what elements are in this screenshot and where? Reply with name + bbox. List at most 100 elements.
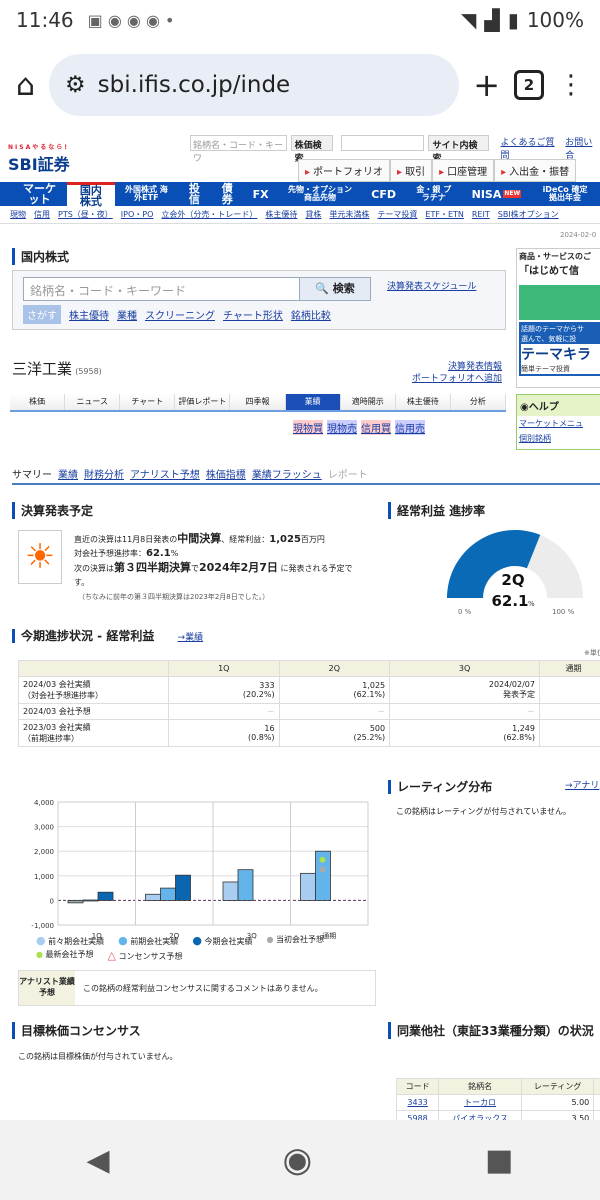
subtab-summary[interactable]: サマリー [12,466,52,481]
tab-yutai[interactable]: 株主優待 [396,394,451,410]
theme-banner[interactable]: 話題のテーマからサ 選んで、気軽に投 テーマキラ 簡単テーマ投資 [519,322,600,376]
contact-link[interactable]: お問い合 [565,135,600,161]
sbi-logo[interactable]: NISAやるなら! SBI証券 [8,142,70,175]
snav-item[interactable]: IPO・PO [121,209,154,220]
gnav-market[interactable]: マーケット [12,182,67,206]
gnav-foreign-stocks[interactable]: 外国株式 海外ETF [115,182,178,206]
menu-icon[interactable]: ⋮ [558,70,584,100]
earnings-link[interactable]: →業績 [178,633,204,643]
analyst-link[interactable]: →アナリ [565,778,599,791]
subtab-analyst[interactable]: アナリスト予想 [130,466,200,481]
gnav-cfd[interactable]: CFD [362,182,405,206]
snav-item[interactable]: 立会外（分売・トレード） [161,209,257,220]
tab-news[interactable]: ニュース [65,394,121,410]
snav-item[interactable]: 株主優待 [265,209,297,220]
subtab-report: レポート [327,470,368,481]
table-cell: 2024/02/07 発表予定 [389,676,540,704]
portfolio-button[interactable]: ポートフォリオ [298,159,391,182]
back-icon[interactable]: ◀ [86,1143,109,1178]
snav-item[interactable]: PTS（昼・夜） [58,209,113,220]
screening-link[interactable]: スクリーニング [145,307,215,322]
table-cell: － [278,703,391,720]
gnav-nisa[interactable]: NISA NEW [463,182,530,206]
col-header: 1Q [168,660,280,677]
sell-margin-button[interactable]: 信用売 [395,420,425,435]
earnings-subtabs: サマリー 業績 財務分析 アナリスト予想 株価指標 業績フラッシュ レポート [12,466,600,485]
gnav-bonds[interactable]: 債券 [211,182,244,206]
snav-item[interactable]: 現物 [10,209,26,220]
snav-item[interactable]: テーマ投資 [377,209,417,220]
stock-search-button[interactable]: 株価検索 [290,135,334,164]
peer-name-link[interactable]: トーカロ [464,1098,496,1107]
keyword-search-input[interactable]: 銘柄名・コード・キーワード [23,277,303,301]
table-row: 2023/03 会社実績 （前期進捗率） 16 (0.8%) 500 (25.2%)… [18,719,600,747]
snav-item[interactable]: 信用 [34,209,50,220]
stock-search-input[interactable]: 銘柄名・コード・キーワ [190,135,287,164]
url-bar[interactable]: ⚙ sbi.ifis.co.jp/inde [49,54,460,116]
snav-item[interactable]: ETF・ETN [425,209,463,220]
col-header: 2Q [278,660,391,677]
help-link-stock[interactable]: 個別銘柄 [517,431,600,446]
compare-link[interactable]: 銘柄比較 [291,307,331,322]
rating-title: レーティング分布 [388,780,493,794]
gnav-fx[interactable]: FX [244,182,278,206]
account-button[interactable]: 口座管理 [432,159,495,182]
hajimete-banner[interactable]: 「はじめて信 [519,262,600,320]
home-nav-icon[interactable]: ◉ [283,1140,313,1180]
legend-item: ● 前期会社実績 [118,934,179,947]
site-search-button[interactable]: サイト内検索 [428,135,489,164]
battery-icon: ▮ [507,8,519,32]
peers-table: コード銘柄名レーティング対 3433 トーカロ 5.005988パイオラックス3.50… [395,1078,600,1120]
snav-item[interactable]: 単元未満株 [329,209,369,220]
snav-item[interactable]: REIT [472,210,490,219]
subtab-earnings[interactable]: 業績 [58,466,78,481]
site-settings-icon[interactable]: ⚙ [65,72,86,98]
legend-item: △ コンセンサス予想 [107,949,183,962]
bar-今期会社実績 [175,874,191,901]
tab-disclosure[interactable]: 適時開示 [341,394,396,410]
earnings-info-link[interactable]: 決算発表情報 [448,362,502,372]
tab-analysis[interactable]: 分析 [451,394,506,410]
deposit-button[interactable]: 入出金・振替 [494,159,577,182]
buy-margin-button[interactable]: 信用買 [361,420,391,435]
gnav-ideco[interactable]: iDeCo 確定拠出年金 [530,182,600,206]
buy-cash-button[interactable]: 現物買 [293,420,323,435]
col-header: 銘柄名 [438,1078,522,1095]
subtab-financial[interactable]: 財務分析 [84,466,124,481]
tab-switcher-button[interactable]: 2 [514,70,544,100]
gnav-domestic-stocks[interactable]: 国内株式 [67,182,115,207]
legend-item: ● 今期会社実績 [192,934,253,947]
snav-item[interactable]: SBI株オプション [498,209,559,220]
snav-item[interactable]: 貸株 [305,209,321,220]
peer-code-link[interactable]: 3433 [407,1098,427,1107]
recents-icon[interactable]: ■ [485,1143,513,1178]
subtab-flash[interactable]: 業績フラッシュ [252,466,322,481]
table-cell: － [389,703,540,720]
yutai-link[interactable]: 株主優待 [69,307,109,322]
gnav-gold[interactable]: 金・銀 プラチナ [405,182,463,206]
chart-pattern-link[interactable]: チャート形状 [223,307,283,322]
industry-link[interactable]: 業種 [117,307,137,322]
sell-cash-button[interactable]: 現物売 [327,420,357,435]
tab-shikiho[interactable]: 四季報 [230,394,286,410]
tab-chart[interactable]: チャート [120,394,176,410]
tab-report[interactable]: 評価レポート [175,394,231,410]
site-search-input[interactable] [341,135,425,151]
faq-link[interactable]: よくあるご質問 [501,135,562,161]
help-link-market[interactable]: マーケットメニュ [517,416,600,431]
search-button[interactable]: 🔍 検索 [299,277,371,301]
add-portfolio-link[interactable]: ポートフォリオへ追加 [412,374,502,384]
progress-title: 今期進捗状況 - 経常利益 [12,629,155,643]
gnav-futures[interactable]: 先物・オプション 商品先物 [278,182,363,206]
gnav-funds[interactable]: 投信 [178,182,211,206]
new-tab-icon[interactable]: + [473,66,500,104]
wifi-icon: ◥ [461,8,477,32]
home-icon[interactable]: ⌂ [16,68,35,103]
trade-button[interactable]: 取引 [390,159,433,182]
legend-item: ● 当初会社予想 [266,935,324,944]
earnings-schedule-link[interactable]: 決算発表スケジュール [387,279,476,292]
tab-earnings[interactable]: 業績 [285,394,341,410]
subtab-indicators[interactable]: 株価指標 [206,466,246,481]
bar-今期会社実績 [97,891,114,901]
tab-price[interactable]: 株価 [10,394,66,410]
